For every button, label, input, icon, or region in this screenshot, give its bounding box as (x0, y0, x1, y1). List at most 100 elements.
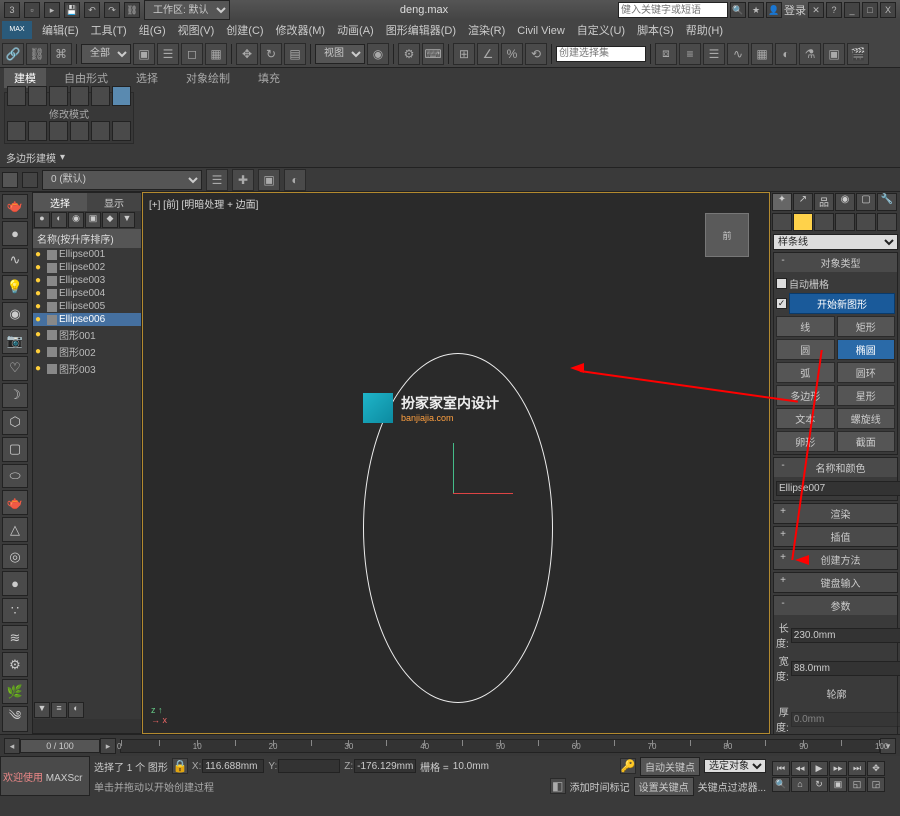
ribbon-tab[interactable]: 建模 (4, 68, 46, 88)
x-coord-input[interactable] (202, 759, 264, 773)
torus-icon[interactable]: ◎ (2, 544, 28, 569)
spinner-snap-icon[interactable]: ⟲ (525, 43, 547, 65)
search-input[interactable] (618, 2, 728, 18)
schematic-icon[interactable]: ▦ (751, 43, 773, 65)
helpers-icon[interactable] (856, 213, 876, 231)
outliner-row[interactable]: ●图形003 (33, 360, 141, 377)
selection-set-input[interactable] (556, 46, 646, 62)
out-tool-icon[interactable]: ◉ (68, 212, 84, 228)
out-tool-icon[interactable]: ● (34, 212, 50, 228)
ribbon-btn-active[interactable] (112, 86, 131, 106)
select-name-icon[interactable]: ☰ (157, 43, 179, 65)
menu-item[interactable]: 自定义(U) (571, 23, 631, 39)
help-icon[interactable]: ? (826, 2, 842, 18)
cone-icon[interactable]: △ (2, 517, 28, 542)
out-tool-icon[interactable]: ◆ (102, 212, 118, 228)
login-label[interactable]: 登录 (784, 2, 806, 18)
ribbon-btn[interactable] (28, 86, 47, 106)
visibility-icon[interactable]: ● (35, 262, 45, 273)
material-icon[interactable]: ◐ (775, 43, 797, 65)
ref-coord-select[interactable]: 视图 (315, 44, 365, 64)
length-input[interactable] (791, 628, 900, 643)
visibility-icon[interactable]: ● (35, 314, 45, 325)
cylinder-icon[interactable]: ⬭ (2, 464, 28, 489)
outliner-row[interactable]: ●Ellipse001 (33, 248, 141, 261)
menu-item[interactable]: 工具(T) (85, 23, 133, 39)
render-icon[interactable]: 🎬 (847, 43, 869, 65)
spline-icon[interactable]: ∿ (2, 248, 28, 273)
nav-orbit-icon[interactable]: ↻ (810, 777, 828, 792)
autogrid-checkbox[interactable] (776, 278, 787, 289)
open-icon[interactable]: ▸ (44, 2, 60, 18)
viewcube[interactable]: 前 (705, 213, 749, 257)
out-tool-icon[interactable]: ▣ (85, 212, 101, 228)
nav-max-icon[interactable]: ▣ (829, 777, 847, 792)
out-filter-icon[interactable]: ≡ (51, 702, 67, 718)
exchange-icon[interactable]: ✕ (808, 2, 824, 18)
outliner-row[interactable]: ●图形001 (33, 326, 141, 343)
key-mode-select[interactable]: 选定对象 (704, 759, 766, 773)
layer-hide-icon[interactable]: ◐ (284, 169, 306, 191)
outliner-row[interactable]: ●Ellipse005 (33, 300, 141, 313)
menu-item[interactable]: Civil View (511, 23, 570, 39)
maxscript-listener[interactable]: 欢迎使用 MAXScr (0, 756, 90, 796)
display-tab-icon[interactable]: ▢ (856, 193, 876, 211)
close-button[interactable]: X (880, 2, 896, 18)
undo-icon[interactable]: ↶ (84, 2, 100, 18)
window-crossing-icon[interactable]: ▦ (205, 43, 227, 65)
layer-icon[interactable]: ☰ (703, 43, 725, 65)
menu-item[interactable]: 视图(V) (172, 23, 221, 39)
align-icon[interactable]: ≡ (679, 43, 701, 65)
visibility-icon[interactable]: ● (35, 288, 45, 299)
particles-icon[interactable]: ∵ (2, 598, 28, 623)
ribbon-btn[interactable] (91, 86, 110, 106)
next-key-icon[interactable]: ▸▸ (829, 761, 847, 776)
goto-end-icon[interactable]: ⏭ (848, 761, 866, 776)
ribbon-btn[interactable] (7, 86, 26, 106)
ribbon-tab[interactable]: 选择 (126, 68, 168, 88)
out-tool-icon[interactable]: ▼ (119, 212, 135, 228)
star-icon[interactable]: ★ (748, 2, 764, 18)
render-setup-icon[interactable]: ⚗ (799, 43, 821, 65)
moon-icon[interactable]: ☽ (2, 383, 28, 408)
manipulate-icon[interactable]: ⚙ (398, 43, 420, 65)
percent-snap-icon[interactable]: % (501, 43, 523, 65)
menu-item[interactable]: 图形编辑器(D) (380, 23, 462, 39)
nav-pan-icon[interactable]: ✥ (867, 761, 885, 776)
layer-add-icon[interactable]: ✚ (232, 169, 254, 191)
ribbon-footer-label[interactable]: 多边形建模 (6, 150, 56, 165)
start-new-shape-button[interactable]: 开始新图形 (789, 293, 895, 314)
menu-item[interactable]: 帮助(H) (680, 23, 729, 39)
search-icon[interactable]: 🔍 (730, 2, 746, 18)
prev-frame-icon[interactable]: ◂ (4, 738, 20, 754)
scale-icon[interactable]: ▤ (284, 43, 306, 65)
maximize-button[interactable]: □ (862, 2, 878, 18)
cameras-icon[interactable] (835, 213, 855, 231)
helper-icon[interactable]: ⬡ (2, 410, 28, 435)
startnew-checkbox[interactable]: ✓ (776, 298, 787, 309)
visibility-icon[interactable]: ● (35, 329, 45, 340)
nav-fov-icon[interactable]: ⌂ (791, 777, 809, 792)
workspace-select[interactable]: 工作区: 默认 (144, 0, 230, 20)
time-scrubber[interactable]: 0 / 100 (20, 739, 100, 753)
outliner-row[interactable]: ●Ellipse002 (33, 261, 141, 274)
nav-zoom-all-icon[interactable]: ◱ (848, 777, 866, 792)
snap-icon[interactable]: ⊞ (453, 43, 475, 65)
app-logo[interactable]: MAX (2, 21, 32, 39)
viewport[interactable]: [+] [前] [明暗处理 + 边面] 前 扮家家室内设计 banjiajia.… (142, 192, 770, 734)
setkey-button[interactable]: 设置关键点 (634, 777, 694, 796)
utilities-tab-icon[interactable]: 🔧 (877, 193, 897, 211)
ribbon-tab[interactable]: 自由形式 (54, 68, 118, 88)
nav-region-icon[interactable]: ◲ (867, 777, 885, 792)
ribbon-tab[interactable]: 对象绘制 (176, 68, 240, 88)
light-icon[interactable]: 💡 (2, 275, 28, 300)
visibility-icon[interactable]: ● (35, 301, 45, 312)
nav-zoom-icon[interactable]: 🔍 (772, 777, 790, 792)
ribbon-btn[interactable] (49, 121, 68, 141)
rotate-icon[interactable]: ↻ (260, 43, 282, 65)
outliner-row[interactable]: ●Ellipse006 (33, 313, 141, 326)
width-input[interactable] (791, 661, 900, 676)
key-icon[interactable]: 🔑 (620, 758, 636, 774)
layer-sel-icon[interactable]: ▣ (258, 169, 280, 191)
box-icon[interactable]: ▢ (2, 437, 28, 462)
